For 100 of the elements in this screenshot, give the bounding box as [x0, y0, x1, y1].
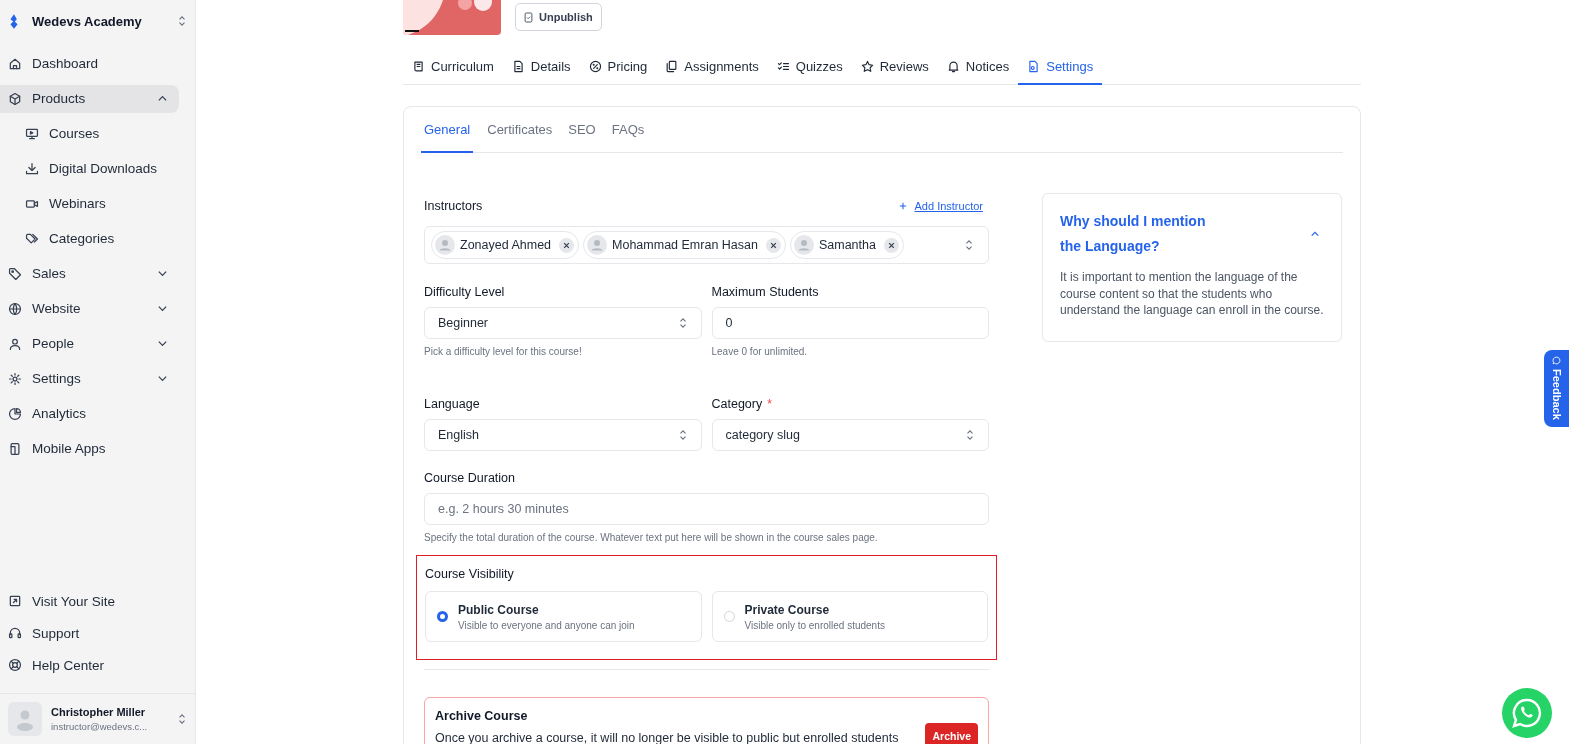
field-label: Difficulty Level — [424, 285, 506, 299]
book-icon — [412, 60, 425, 73]
instructor-name: Zonayed Ahmed — [460, 238, 552, 252]
field-hint: Leave 0 for unlimited. — [711, 346, 809, 357]
phone-icon — [8, 441, 22, 456]
field-label: Course Visibility — [425, 567, 514, 581]
percent-badge-icon — [588, 60, 602, 73]
footer-link[interactable]: Visit Your Site — [0, 587, 179, 615]
tab[interactable]: Settings — [1018, 50, 1103, 85]
field-label: Instructors — [424, 199, 483, 213]
tab[interactable]: Curriculum — [403, 50, 503, 85]
subtab[interactable]: General — [421, 107, 474, 153]
subtab[interactable]: Certificates — [479, 107, 561, 153]
logo-icon — [9, 13, 19, 29]
nav-subitem[interactable]: Webinars — [0, 189, 179, 218]
chevron-up-icon[interactable] — [157, 93, 168, 104]
nav-item[interactable]: Sales — [0, 259, 179, 288]
radio-button[interactable] — [437, 611, 448, 622]
close-icon[interactable] — [765, 237, 781, 253]
nav-subitem[interactable]: Categories — [0, 224, 179, 253]
option-title: Private Course — [744, 602, 831, 617]
nav-item[interactable]: Analytics — [0, 399, 179, 428]
help-title: Why should I mention the Language? — [1060, 212, 1207, 256]
help-text: It is important to mention the language of the course content so that the students who understand the language can enroll in the course. — [1060, 269, 1324, 319]
tags-icon — [25, 231, 39, 246]
nav-item[interactable]: Products — [0, 84, 179, 113]
document-icon — [524, 11, 533, 23]
nav-item[interactable]: Mobile Apps — [0, 434, 179, 463]
chevron-down-icon[interactable] — [157, 268, 168, 279]
field-label: Maximum Students — [711, 285, 820, 299]
globe-icon — [8, 301, 22, 316]
bell-icon — [946, 60, 960, 73]
checklist-icon — [776, 60, 790, 73]
workspace-name: Wedevs Academy — [32, 13, 143, 29]
tab[interactable]: Assignments — [656, 50, 768, 85]
chevron-up-icon[interactable] — [1310, 229, 1320, 239]
difficulty-select[interactable]: Beginner — [424, 307, 702, 339]
field-hint: Pick a difficulty level for this course! — [424, 346, 583, 357]
field-label: Language — [424, 397, 481, 411]
footer-link[interactable]: Help Center — [0, 651, 179, 679]
archive-button[interactable]: Archive — [925, 723, 978, 744]
option-description: Visible only to enrolled students — [744, 619, 885, 631]
option-description: Visible to everyone and anyone can join — [458, 619, 635, 631]
close-icon[interactable] — [883, 237, 899, 253]
nav-subitem[interactable]: Courses — [0, 119, 179, 148]
subtab[interactable]: SEO — [560, 107, 604, 153]
tab[interactable]: Details — [502, 50, 580, 85]
headset-icon — [8, 626, 22, 640]
chat-bubble-icon — [1552, 356, 1561, 365]
avatar-icon — [793, 235, 814, 255]
tab[interactable]: Quizzes — [767, 50, 852, 85]
tab[interactable]: Pricing — [579, 50, 657, 85]
feedback-tab[interactable]: Feedback — [1544, 350, 1569, 427]
updown-chevron-icon[interactable] — [177, 14, 187, 28]
user-menu[interactable]: Christopher Miller instructor@wedevs.c... — [0, 694, 195, 744]
plus-icon — [898, 202, 907, 210]
add-instructor-link[interactable]: Add Instructor — [898, 200, 983, 212]
duration-field[interactable]: e.g. 2 hours 30 minutes — [424, 493, 989, 525]
field-label: Category — [711, 397, 763, 411]
required-mark: * — [767, 397, 772, 411]
chevron-down-icon[interactable] — [157, 303, 168, 314]
avatar-icon — [587, 235, 608, 255]
language-select[interactable]: English — [424, 419, 702, 451]
nav-item[interactable]: People — [0, 329, 179, 358]
max-students-field[interactable]: 0 — [711, 307, 989, 339]
user-email: instructor@wedevs.c... — [51, 721, 149, 732]
option-title: Public Course — [458, 602, 540, 617]
unpublish-button[interactable]: Unpublish — [515, 3, 602, 31]
archive-title: Archive Course — [435, 709, 529, 723]
document-icon — [511, 60, 525, 73]
star-icon — [860, 60, 874, 73]
avatar-icon — [435, 235, 455, 255]
updown-chevron-icon — [964, 238, 974, 252]
tag-icon — [8, 266, 22, 281]
nav-subitem[interactable]: Digital Downloads — [0, 154, 179, 183]
person-icon — [8, 336, 22, 351]
footer-link[interactable]: Support — [0, 619, 179, 647]
visibility-option[interactable]: Private Course Visible only to enrolled students — [711, 591, 988, 642]
nav-item[interactable]: Dashboard — [0, 49, 179, 78]
chevron-down-icon[interactable] — [157, 338, 168, 349]
nav-item[interactable]: Settings — [0, 364, 179, 393]
close-icon[interactable] — [559, 237, 575, 253]
chevron-down-icon[interactable] — [157, 373, 168, 384]
subtab[interactable]: FAQs — [603, 107, 653, 153]
updown-chevron-icon — [965, 428, 975, 442]
user-name: Christopher Miller — [51, 706, 147, 718]
tab[interactable]: Reviews — [851, 50, 938, 85]
avatar-icon — [8, 702, 42, 736]
lifebuoy-icon — [8, 658, 22, 672]
nav-item[interactable]: Website — [0, 294, 179, 323]
copy-icon — [665, 60, 679, 73]
visibility-option[interactable]: Public Course Visible to everyone and anyone can join — [425, 591, 702, 642]
instructor-select[interactable]: Zonayed Ahmed Mohammad Emran Hasan Samantha — [424, 226, 989, 264]
file-gear-icon — [1027, 60, 1041, 73]
instructor-name: Samantha — [818, 238, 876, 252]
field-hint: Specify the total duration of the course. Whatever text put here will be shown in the course sales page. — [424, 532, 879, 543]
tab[interactable]: Notices — [937, 50, 1019, 85]
external-link-icon — [8, 594, 22, 608]
updown-chevron-icon — [677, 428, 688, 442]
category-select[interactable]: category slug — [711, 419, 989, 451]
